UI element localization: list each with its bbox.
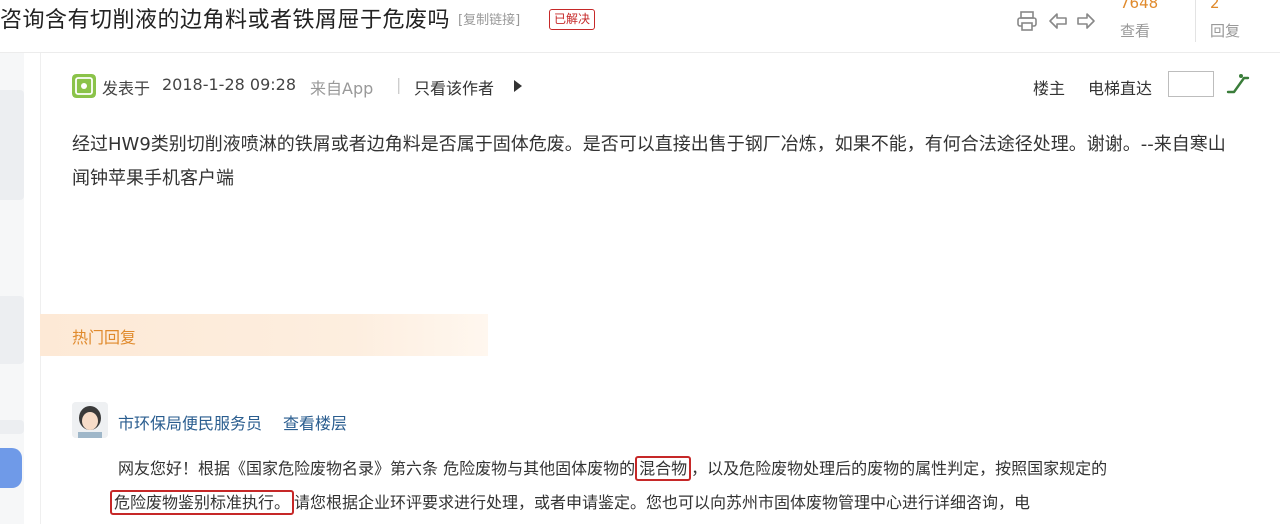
mobile-app-icon xyxy=(72,74,96,98)
meta-separator: | xyxy=(396,75,402,94)
post-source: 来自App xyxy=(310,79,374,98)
views-label: 查看 xyxy=(1120,22,1151,40)
escalator-jump-icon[interactable] xyxy=(1226,72,1250,96)
posted-label: 发表于 xyxy=(102,79,151,98)
floor-jump-input[interactable] xyxy=(1168,71,1214,97)
replies-label: 回复 xyxy=(1210,22,1241,40)
sidebar-panel xyxy=(0,420,24,434)
copy-link-button[interactable]: [复制链接] xyxy=(458,9,520,28)
stats-divider xyxy=(1195,0,1196,42)
floor-owner-label: 楼主 xyxy=(1033,79,1066,98)
highlighted-term: 危险废物鉴别标准执行。 xyxy=(110,490,295,515)
reply-text: 请您根据企业环评要求进行处理，或者申请鉴定。您也可以向苏州市固体废物管理中心进行… xyxy=(294,493,1031,512)
reply-line-2: 危险废物鉴别标准执行。 请您根据企业环评要求进行处理，或者申请鉴定。您也可以向苏州… xyxy=(110,489,1031,515)
view-floor-link[interactable]: 查看楼层 xyxy=(283,410,347,434)
replies-count: 2 xyxy=(1210,0,1220,12)
author-only-link[interactable]: 只看该作者 xyxy=(414,75,494,99)
content-divider xyxy=(40,53,41,524)
reply-text: ，以及危险废物处理后的废物的属性判定，按照国家规定的 xyxy=(691,459,1108,478)
reply-line-1: 网友您好！根据《国家危险废物名录》第六条 危险废物与其他固体废物的 混合物 ，以及危… xyxy=(118,455,1108,481)
views-count: 7648 xyxy=(1120,0,1159,12)
highlighted-term: 混合物 xyxy=(635,456,692,481)
header-divider xyxy=(0,52,1280,53)
avatar[interactable] xyxy=(72,402,108,438)
solved-badge: 已解决 xyxy=(549,9,596,30)
print-icon[interactable] xyxy=(1016,10,1038,32)
floor-jump-label: 电梯直达 xyxy=(1088,79,1153,98)
user-avatar-icon xyxy=(72,402,108,438)
post-date: 2018-1-28 09:28 xyxy=(162,75,296,94)
post-content: 经过HW9类别切削液喷淋的铁屑或者边角料是否属于固体危废。是否可以直接出售于钢厂… xyxy=(72,134,1226,189)
hot-reply-label: 热门回复 xyxy=(72,328,137,347)
caret-right-icon xyxy=(514,80,522,92)
sidebar-panel xyxy=(0,90,24,200)
next-thread-icon[interactable] xyxy=(1075,10,1097,32)
prev-thread-icon[interactable] xyxy=(1047,10,1069,32)
thread-title: 咨询含有切削液的边角料或者铁屑屉于危废吗 xyxy=(0,8,451,33)
floating-chat-button[interactable] xyxy=(0,448,22,488)
reply-text: 网友您好！根据《国家危险废物名录》第六条 危险废物与其他固体废物的 xyxy=(118,459,636,478)
thread-header: 咨询含有切削液的边角料或者铁屑屉于危废吗 [复制链接] 已解决 7648 查看 … xyxy=(0,0,1280,42)
sidebar-panel xyxy=(0,296,24,364)
reply-username[interactable]: 市环保局便民服务员 xyxy=(118,410,262,434)
